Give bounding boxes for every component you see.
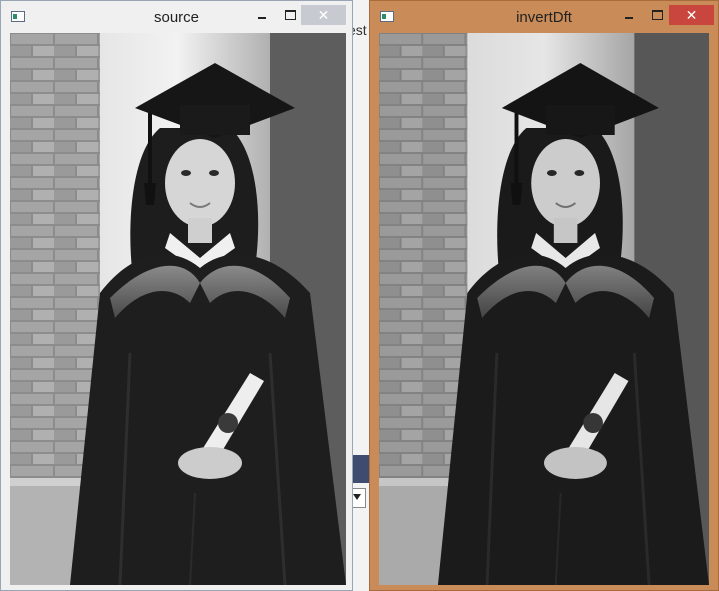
invertdft-window: invertDft ✕: [369, 0, 719, 591]
source-window: source ✕: [0, 0, 353, 591]
maximize-button[interactable]: [277, 5, 303, 25]
source-titlebar[interactable]: source ✕: [1, 1, 352, 33]
close-button[interactable]: ✕: [669, 5, 714, 25]
invertdft-image: [379, 33, 709, 585]
app-window-icon[interactable]: [380, 11, 394, 22]
graduation-portrait-image: [379, 33, 709, 585]
minimize-button[interactable]: [616, 5, 642, 25]
invertdft-titlebar[interactable]: invertDft ✕: [370, 1, 718, 33]
source-image: [10, 33, 346, 585]
close-button[interactable]: ✕: [301, 5, 346, 25]
close-icon: ✕: [317, 6, 330, 23]
app-window-icon[interactable]: [11, 11, 25, 22]
graduation-portrait-image: [10, 33, 346, 585]
chevron-down-icon: [353, 494, 361, 500]
minimize-button[interactable]: [249, 5, 275, 25]
close-icon: ✕: [685, 6, 698, 23]
maximize-button[interactable]: [644, 5, 670, 25]
